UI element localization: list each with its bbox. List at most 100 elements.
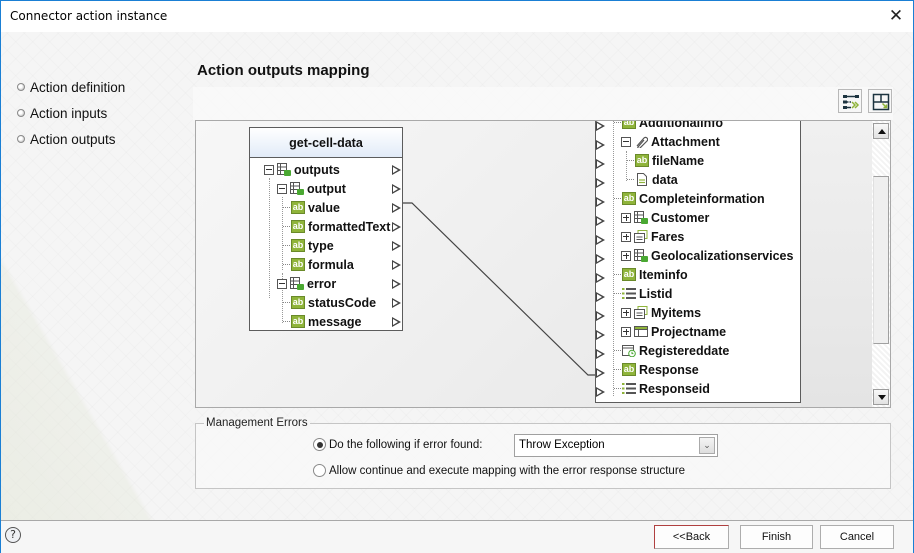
input-port[interactable] bbox=[596, 330, 605, 340]
tree-node-label: output bbox=[307, 181, 346, 196]
radio-continue-mapping[interactable]: Allow continue and execute mapping with … bbox=[313, 464, 685, 477]
tree-node-additionalinfo[interactable]: ab Additionalinfo bbox=[614, 121, 723, 132]
expand-icon[interactable] bbox=[621, 231, 631, 242]
string-icon: ab bbox=[291, 258, 305, 271]
input-port[interactable] bbox=[596, 254, 605, 264]
tree-node-projectname[interactable]: Projectname bbox=[621, 322, 726, 341]
collapse-icon[interactable] bbox=[277, 278, 287, 289]
cancel-button[interactable]: Cancel bbox=[820, 525, 894, 549]
mapping-canvas[interactable]: get-cell-data outputs output ab value ab… bbox=[195, 120, 891, 408]
tree-node-value[interactable]: ab value bbox=[283, 198, 340, 217]
tree-node-responseid[interactable]: Responseid bbox=[614, 379, 710, 398]
dialog-window: Connector action instance ✕ Action defin… bbox=[0, 0, 914, 553]
tree-node-label: Response bbox=[639, 362, 699, 377]
tree-node-iteminfo[interactable]: ab Iteminfo bbox=[614, 265, 688, 284]
tree-node-myitems[interactable]: Myitems bbox=[621, 303, 701, 322]
input-port[interactable] bbox=[596, 387, 605, 397]
tree-node-geolocalizationservices[interactable]: Geolocalizationservices bbox=[621, 246, 793, 265]
tree-node-type[interactable]: ab type bbox=[283, 236, 334, 255]
nav-item-action-outputs[interactable]: Action outputs bbox=[17, 126, 125, 152]
dialog-footer: ? <<Back Finish Cancel bbox=[1, 520, 913, 553]
tree-node-output[interactable]: output bbox=[277, 179, 346, 198]
input-port[interactable] bbox=[596, 121, 605, 131]
input-port[interactable] bbox=[596, 159, 605, 169]
input-port[interactable] bbox=[596, 235, 605, 245]
tree-node-filename[interactable]: ab fileName bbox=[627, 151, 704, 170]
output-port[interactable] bbox=[392, 203, 401, 213]
scroll-down-button[interactable] bbox=[873, 389, 889, 405]
target-schema-box: ab Additionalinfo Attachment ab fileName… bbox=[595, 121, 801, 403]
close-button[interactable]: ✕ bbox=[885, 4, 907, 28]
string-icon: ab bbox=[622, 121, 636, 129]
input-port[interactable] bbox=[596, 292, 605, 302]
back-button[interactable]: <<Back bbox=[654, 525, 729, 549]
expand-icon[interactable] bbox=[621, 326, 631, 337]
collapse-icon[interactable] bbox=[277, 183, 287, 194]
tree-node-registereddate[interactable]: Registereddate bbox=[614, 341, 729, 360]
radio-unchecked-icon[interactable] bbox=[313, 464, 326, 477]
string-icon: ab bbox=[622, 192, 636, 205]
expand-icon[interactable] bbox=[621, 307, 631, 318]
tree-node-error[interactable]: error bbox=[277, 274, 336, 293]
tree-node-data[interactable]: data bbox=[627, 170, 678, 189]
input-port[interactable] bbox=[596, 216, 605, 226]
string-icon: ab bbox=[635, 154, 649, 167]
fit-view-button[interactable] bbox=[868, 89, 892, 113]
form-icon bbox=[634, 306, 648, 319]
help-button[interactable]: ? bbox=[5, 527, 21, 543]
tree-node-label: Myitems bbox=[651, 305, 702, 320]
tree-node-fares[interactable]: Fares bbox=[621, 227, 684, 246]
mapping-toolbar bbox=[193, 87, 893, 120]
input-port[interactable] bbox=[596, 349, 605, 359]
group-legend: Management Errors bbox=[204, 417, 310, 429]
output-port[interactable] bbox=[392, 260, 401, 270]
output-port[interactable] bbox=[392, 241, 401, 251]
select-value: Throw Exception bbox=[519, 439, 605, 451]
auto-map-button[interactable] bbox=[838, 89, 862, 113]
chevron-down-icon[interactable]: ⌄ bbox=[699, 437, 715, 454]
input-port[interactable] bbox=[596, 178, 605, 188]
scroll-thumb[interactable] bbox=[873, 176, 889, 344]
tree-node-label: value bbox=[308, 200, 340, 215]
tree-node-label: Registereddate bbox=[639, 343, 730, 358]
string-icon: ab bbox=[291, 315, 305, 328]
collapse-icon[interactable] bbox=[264, 164, 274, 175]
collapse-icon[interactable] bbox=[621, 136, 631, 147]
tree-node-completeinformation[interactable]: ab Completeinformation bbox=[614, 189, 765, 208]
tree-node-label: message bbox=[308, 314, 362, 329]
tree-node-listid[interactable]: Listid bbox=[614, 284, 672, 303]
output-port[interactable] bbox=[392, 298, 401, 308]
output-port[interactable] bbox=[392, 317, 401, 327]
input-port[interactable] bbox=[596, 368, 605, 378]
expand-icon[interactable] bbox=[621, 250, 631, 261]
string-icon: ab bbox=[291, 220, 305, 233]
scroll-up-button[interactable] bbox=[873, 123, 889, 139]
tree-node-statuscode[interactable]: ab statusCode bbox=[283, 293, 376, 312]
tree-node-attachment[interactable]: Attachment bbox=[621, 132, 720, 151]
tree-node-formula[interactable]: ab formula bbox=[283, 255, 354, 274]
error-action-select[interactable]: Throw Exception ⌄ bbox=[514, 434, 718, 457]
nav-item-action-inputs[interactable]: Action inputs bbox=[17, 100, 125, 126]
input-port[interactable] bbox=[596, 140, 605, 150]
radio-label: Do the following if error found: bbox=[329, 438, 483, 451]
output-port[interactable] bbox=[392, 279, 401, 289]
tree-node-response[interactable]: ab Response bbox=[614, 360, 699, 379]
output-port[interactable] bbox=[392, 184, 401, 194]
vertical-scrollbar[interactable] bbox=[872, 121, 890, 407]
tree-node-message[interactable]: ab message bbox=[283, 312, 362, 331]
tree-node-label: Responseid bbox=[639, 381, 710, 396]
input-port[interactable] bbox=[596, 273, 605, 283]
radio-error-action[interactable]: Do the following if error found: bbox=[313, 438, 482, 451]
tree-node-label: outputs bbox=[294, 162, 340, 177]
expand-icon[interactable] bbox=[621, 212, 631, 223]
nav-item-action-definition[interactable]: Action definition bbox=[17, 74, 125, 100]
tree-node-outputs[interactable]: outputs bbox=[264, 160, 340, 179]
finish-button[interactable]: Finish bbox=[740, 525, 813, 549]
output-port[interactable] bbox=[392, 165, 401, 175]
input-port[interactable] bbox=[596, 311, 605, 321]
tree-node-formattedtext[interactable]: ab formattedText bbox=[283, 217, 390, 236]
tree-node-customer[interactable]: Customer bbox=[621, 208, 709, 227]
radio-checked-icon[interactable] bbox=[313, 438, 326, 451]
output-port[interactable] bbox=[392, 222, 401, 232]
input-port[interactable] bbox=[596, 197, 605, 207]
